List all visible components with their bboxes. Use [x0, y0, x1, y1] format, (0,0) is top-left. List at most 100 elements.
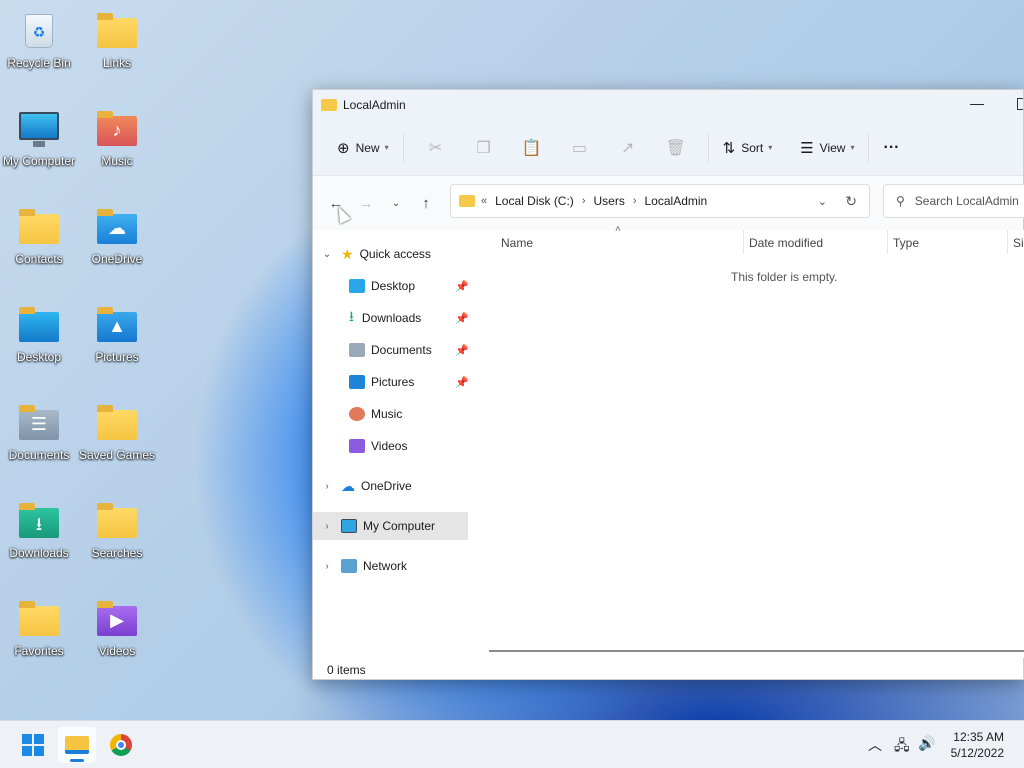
column-header-name[interactable]: Name — [501, 236, 533, 250]
desktop-icon-pictures[interactable]: ▲ Pictures — [78, 306, 156, 364]
file-explorer-window[interactable]: LocalAdmin — ⊕ New ▾ ✂ ❐ 📋 ▭ ↗ 🗑 ⇅ Sort … — [312, 89, 1024, 680]
navigation-pane: ⌄ ★ Quick access Desktop 📌 ⭳ Downloads 📌… — [313, 238, 471, 658]
pin-icon: 📌 — [455, 280, 469, 293]
cloud-icon: ☁ — [341, 477, 355, 494]
folder-icon — [95, 502, 139, 542]
column-header-date-modified[interactable]: Date modified — [749, 236, 823, 250]
video-icon — [349, 439, 365, 453]
scissors-icon: ✂ — [428, 139, 443, 157]
minimize-button[interactable]: — — [967, 94, 987, 114]
star-icon: ★ — [341, 245, 354, 262]
new-button[interactable]: ⊕ New ▾ — [331, 133, 395, 163]
desktop-icon-contacts[interactable]: Contacts — [0, 208, 78, 266]
share-button[interactable]: ↗ — [604, 133, 652, 163]
paste-button[interactable]: 📋 — [508, 133, 556, 163]
nav-item-onedrive[interactable]: › ☁ OneDrive — [313, 472, 471, 500]
recent-locations-chevron-icon[interactable]: ⌄ — [381, 198, 411, 209]
nav-item-downloads[interactable]: ⭳ Downloads 📌 — [313, 304, 471, 332]
desktop-icon-label: Favorites — [14, 644, 64, 658]
nav-item-music[interactable]: Music — [313, 400, 471, 428]
rename-button[interactable]: ▭ — [556, 133, 604, 163]
desktop-icon-links[interactable]: Links — [78, 12, 156, 70]
desktop-icon-my-computer[interactable]: My Computer — [0, 110, 78, 168]
column-divider[interactable] — [887, 230, 888, 254]
desktop-icon-label: Searches — [91, 546, 143, 560]
horizontal-scrollbar[interactable] — [489, 650, 1024, 652]
command-bar: ⊕ New ▾ ✂ ❐ 📋 ▭ ↗ 🗑 ⇅ Sort ▾ ☰ View ▾ ··… — [313, 120, 1023, 176]
nav-item-my-computer[interactable]: › My Computer — [313, 512, 468, 540]
nav-item-documents[interactable]: Documents 📌 — [313, 336, 471, 364]
refresh-icon[interactable]: ↻ — [845, 193, 857, 210]
system-clock[interactable]: 12:35 AM 5/12/2022 — [951, 729, 1004, 761]
desktop-icon-label: Saved Games — [78, 448, 156, 462]
desktop-icon-saved-games[interactable]: Saved Games — [78, 404, 156, 462]
maximize-button[interactable] — [1017, 98, 1023, 110]
nav-item-network[interactable]: › Network — [313, 552, 471, 580]
overflow-chevron-icon[interactable]: « — [481, 195, 487, 207]
forward-arrow-icon[interactable]: → — [351, 195, 381, 212]
column-header-size[interactable]: Si — [1013, 236, 1024, 250]
recycle-bin-icon: ♻ — [17, 12, 61, 52]
desktop-icon-downloads[interactable]: ⭳ Downloads — [0, 502, 78, 560]
desktop-icon-desktop[interactable]: Desktop — [0, 306, 78, 364]
chevron-down-icon[interactable]: ⌄ — [313, 249, 341, 260]
column-header-type[interactable]: Type — [893, 236, 919, 250]
address-dropdown-icon[interactable]: ⌄ — [818, 195, 827, 208]
trash-icon: 🗑 — [665, 139, 686, 157]
desktop-icon-music[interactable]: ♪ Music — [78, 110, 156, 168]
breadcrumb-localadmin[interactable]: LocalAdmin — [645, 194, 708, 208]
desktop-icon-label: Music — [101, 154, 133, 168]
folder-icon — [17, 600, 61, 640]
clipboard-icon: 📋 — [521, 139, 542, 157]
desktop-icon-favorites[interactable]: Favorites — [0, 600, 78, 658]
network-icon — [341, 559, 357, 573]
breadcrumb-local-disk[interactable]: Local Disk (C:) — [495, 194, 574, 208]
desktop-icon-label: Pictures — [95, 350, 139, 364]
search-box[interactable]: ⚲ Search LocalAdmin — [883, 184, 1024, 218]
view-button[interactable]: ☰ View ▾ — [794, 133, 860, 163]
desktop-folder-icon — [17, 306, 61, 346]
clock-time: 12:35 AM — [953, 730, 1004, 744]
taskbar-file-explorer[interactable] — [58, 727, 96, 763]
column-divider[interactable] — [1007, 230, 1008, 254]
desktop-icon-searches[interactable]: Searches — [78, 502, 156, 560]
folder-icon — [459, 195, 475, 207]
taskbar-chrome[interactable] — [102, 727, 140, 763]
show-hidden-icons-chevron-icon[interactable]: ︿ — [868, 735, 882, 755]
start-button[interactable] — [14, 727, 52, 763]
nav-item-quick-access[interactable]: ⌄ ★ Quick access — [313, 240, 471, 268]
pictures-folder-icon: ▲ — [95, 306, 139, 346]
monitor-icon — [17, 110, 61, 150]
breadcrumb-users[interactable]: Users — [593, 194, 624, 208]
copy-button[interactable]: ❐ — [460, 133, 508, 163]
nav-item-videos[interactable]: Videos — [313, 432, 471, 460]
chevron-right-icon[interactable]: › — [313, 561, 341, 572]
cut-button[interactable]: ✂ — [412, 133, 460, 163]
divider — [707, 133, 709, 162]
network-status-icon[interactable]: 🖧 — [894, 735, 910, 759]
file-list-pane[interactable]: Name ˄ Date modified Type Si This folder… — [471, 224, 1024, 658]
title-bar[interactable]: LocalAdmin — — [313, 90, 1023, 120]
up-arrow-icon[interactable]: ↑ — [411, 195, 441, 212]
clock-date: 5/12/2022 — [950, 746, 1004, 760]
desktop-icon-documents[interactable]: ☰ Documents — [0, 404, 78, 462]
delete-button[interactable]: 🗑 — [652, 133, 700, 163]
nav-item-pictures[interactable]: Pictures 📌 — [313, 368, 471, 396]
more-options-button[interactable]: ··· — [877, 133, 905, 163]
volume-icon[interactable]: 🔊 — [918, 735, 935, 752]
status-bar-item-count: 0 items — [327, 663, 366, 677]
desktop-icon-onedrive[interactable]: ☁ OneDrive — [78, 208, 156, 266]
nav-item-desktop[interactable]: Desktop 📌 — [313, 272, 471, 300]
chevron-right-icon: › — [632, 195, 637, 207]
chevron-right-icon[interactable]: › — [313, 521, 341, 532]
desktop-icon-videos[interactable]: ▶ Videos — [78, 600, 156, 658]
desktop-icon-recycle-bin[interactable]: ♻ Recycle Bin — [0, 12, 78, 70]
downloads-folder-icon: ⭳ — [17, 502, 61, 542]
sort-button[interactable]: ⇅ Sort ▾ — [717, 133, 779, 163]
search-input[interactable]: Search LocalAdmin — [915, 194, 1019, 208]
chevron-right-icon[interactable]: › — [313, 481, 341, 492]
column-divider[interactable] — [743, 230, 744, 254]
address-bar[interactable]: « Local Disk (C:) › Users › LocalAdmin ⌄… — [450, 184, 870, 218]
chevron-down-icon: ▾ — [384, 143, 389, 152]
chevron-down-icon: ▾ — [768, 143, 773, 152]
